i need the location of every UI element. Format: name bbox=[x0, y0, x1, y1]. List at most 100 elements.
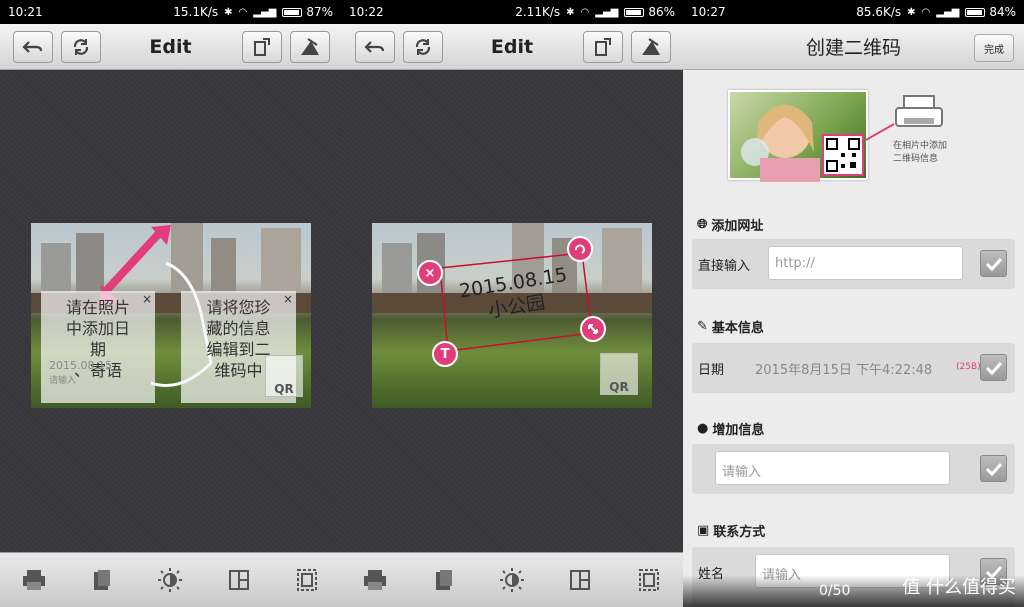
check-icon bbox=[985, 361, 1002, 375]
edit-toolbar: Edit bbox=[341, 24, 683, 70]
extra-checkbox[interactable] bbox=[980, 455, 1007, 482]
url-label: 直接输入 bbox=[698, 259, 751, 274]
url-row: 直接输入 http:// bbox=[692, 239, 1015, 289]
refresh-button[interactable] bbox=[403, 31, 443, 63]
battery-icon bbox=[965, 7, 986, 17]
text-handle[interactable]: T bbox=[432, 341, 458, 367]
signal-icon: ▂▄▆ bbox=[253, 6, 277, 18]
refresh-button[interactable] bbox=[61, 31, 101, 63]
contact-card-icon: ▣ bbox=[697, 523, 710, 538]
sample-photo bbox=[728, 90, 868, 182]
layers-icon bbox=[94, 570, 111, 590]
caption-line: 二维码信息 bbox=[893, 154, 939, 164]
layout-icon bbox=[570, 570, 591, 590]
page-title: 创建二维码 bbox=[805, 37, 901, 59]
network-speed: 85.6K/s bbox=[856, 5, 902, 19]
tip-line: 中添加日 bbox=[65, 319, 130, 338]
close-icon[interactable]: × bbox=[142, 289, 152, 310]
border-tool-button[interactable] bbox=[290, 563, 324, 597]
date-row: 日期 2015年8月15日 下午4:22:48 (25B) bbox=[692, 343, 1015, 393]
qr-badge[interactable]: QR bbox=[265, 355, 303, 397]
border-icon bbox=[638, 569, 659, 591]
frame-tool-button[interactable] bbox=[427, 563, 461, 597]
edit-screen-1: 10:21 15.1K/s ✱ ◠ ▂▄▆ 87% Edit 请在照片 中添加日… bbox=[0, 0, 341, 607]
undo-button[interactable] bbox=[355, 31, 395, 63]
rotate-icon bbox=[254, 38, 270, 56]
close-icon[interactable]: × bbox=[283, 289, 293, 310]
crop-button[interactable] bbox=[631, 31, 671, 63]
network-speed: 15.1K/s bbox=[173, 5, 219, 19]
brightness-icon bbox=[158, 568, 183, 592]
brightness-tool-button[interactable] bbox=[153, 563, 187, 597]
date-value: 2015年8月15日 下午4:22:48 bbox=[755, 363, 933, 378]
ghost-text: 请输入 bbox=[49, 376, 77, 386]
url-input[interactable]: http:// bbox=[768, 246, 963, 280]
status-time: 10:22 bbox=[349, 5, 384, 19]
printer-icon bbox=[23, 570, 46, 590]
tool-bar bbox=[0, 552, 341, 607]
frame-tool-button[interactable] bbox=[85, 563, 119, 597]
rotate-arrow-icon bbox=[575, 244, 585, 254]
battery-percent: 87% bbox=[306, 5, 333, 19]
section-extra-title: ● 增加信息 bbox=[697, 419, 764, 438]
crop-icon bbox=[642, 38, 660, 55]
layers-icon bbox=[435, 570, 452, 590]
undo-icon bbox=[364, 41, 385, 53]
brightness-tool-button[interactable] bbox=[495, 563, 529, 597]
layout-tool-button[interactable] bbox=[563, 563, 597, 597]
layout-tool-button[interactable] bbox=[222, 563, 256, 597]
layout-icon bbox=[228, 570, 249, 590]
border-tool-button[interactable] bbox=[632, 563, 666, 597]
brightness-icon bbox=[499, 568, 524, 592]
section-title-text: 添加网址 bbox=[711, 219, 764, 234]
rotate-handle[interactable] bbox=[567, 236, 593, 262]
tip-add-date: 请在照片 中添加日 期 、寄语 2015.08.15 请输入 × bbox=[41, 291, 155, 403]
printer-icon bbox=[895, 95, 943, 127]
crop-icon bbox=[301, 38, 319, 55]
undo-button[interactable] bbox=[13, 31, 53, 63]
status-bar: 10:22 2.11K/s ✱ ◠ ▂▄▆ 86% bbox=[341, 0, 683, 24]
photo-preview[interactable]: 2015.08.15 小公园 × T QR bbox=[372, 223, 652, 408]
editor-canvas: 2015.08.15 小公园 × T QR bbox=[341, 70, 683, 552]
extra-input[interactable]: 请输入 bbox=[715, 451, 950, 485]
done-button[interactable]: 完成 bbox=[974, 34, 1014, 62]
check-icon bbox=[985, 462, 1002, 476]
photo-preview[interactable]: 请在照片 中添加日 期 、寄语 2015.08.15 请输入 × 请将您珍 藏的… bbox=[31, 223, 311, 408]
bluetooth-icon: ✱ bbox=[224, 6, 233, 18]
print-tool-button[interactable] bbox=[17, 563, 51, 597]
url-checkbox[interactable] bbox=[980, 250, 1007, 277]
check-icon bbox=[985, 257, 1002, 271]
battery-icon bbox=[282, 7, 303, 17]
battery-percent: 84% bbox=[989, 5, 1016, 19]
status-icons: ✱ ◠ ▂▄▆ bbox=[566, 6, 645, 18]
crop-button[interactable] bbox=[290, 31, 330, 63]
signal-icon: ▂▄▆ bbox=[595, 6, 619, 18]
speech-bubble-icon: ● bbox=[697, 421, 709, 436]
undo-icon bbox=[22, 41, 43, 53]
date-checkbox[interactable] bbox=[980, 354, 1007, 381]
status-icons: ✱ ◠ ▂▄▆ bbox=[907, 7, 986, 18]
tip-line: 藏的信息 bbox=[206, 319, 271, 338]
resize-arrow-icon bbox=[588, 324, 598, 334]
status-time: 10:27 bbox=[691, 5, 726, 19]
wifi-icon: ◠ bbox=[238, 6, 248, 18]
date-label: 日期 bbox=[698, 363, 725, 378]
byte-count: (25B) bbox=[956, 362, 981, 372]
create-qr-screen: 10:27 85.6K/s ✱ ◠ ▂▄▆ 84% 创建二维码 完成 在相片中添… bbox=[683, 0, 1024, 607]
screenshot-collage: 10:21 15.1K/s ✱ ◠ ▂▄▆ 87% Edit 请在照片 中添加日… bbox=[0, 0, 1024, 607]
qr-badge[interactable]: QR bbox=[600, 353, 638, 395]
edit-toolbar: Edit bbox=[0, 24, 341, 70]
tip-line: 请在照片 bbox=[65, 298, 130, 317]
status-time: 10:21 bbox=[8, 5, 43, 19]
print-tool-button[interactable] bbox=[358, 563, 392, 597]
qr-sample-icon bbox=[822, 134, 864, 176]
resize-handle[interactable] bbox=[580, 316, 606, 342]
rotate-icon bbox=[595, 38, 611, 56]
section-contact-title: ▣ 联系方式 bbox=[697, 521, 765, 540]
delete-handle[interactable]: × bbox=[417, 260, 443, 286]
pencil-icon: ✎ bbox=[697, 319, 708, 334]
rotate-button[interactable] bbox=[583, 31, 623, 63]
extra-row: 请输入 bbox=[692, 444, 1015, 494]
section-url-title: 🌐︎ 添加网址 bbox=[697, 215, 763, 234]
rotate-button[interactable] bbox=[242, 31, 282, 63]
